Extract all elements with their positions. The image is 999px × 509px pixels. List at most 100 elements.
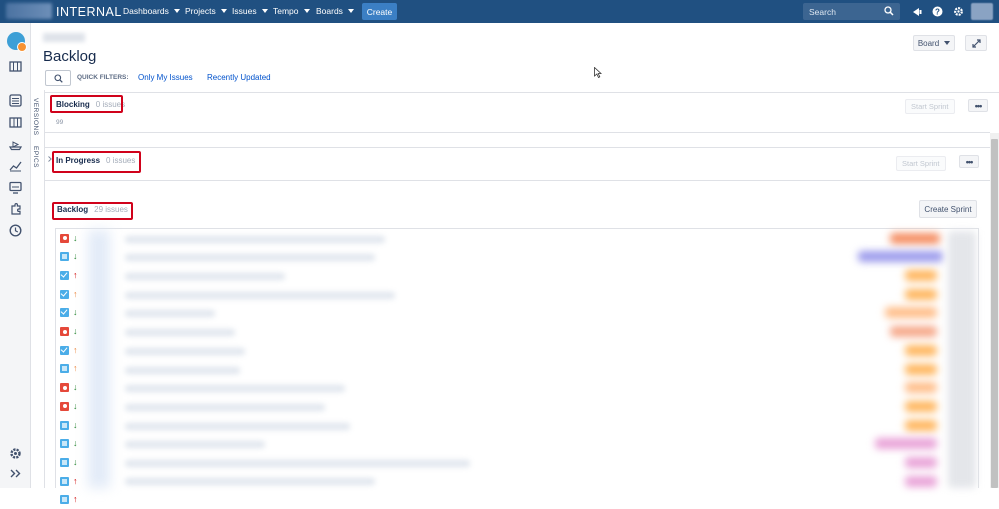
- priority-low-icon: ↓: [73, 307, 78, 318]
- start-sprint-button[interactable]: Start Sprint: [896, 156, 946, 171]
- redacted-summary: [125, 329, 235, 336]
- priority-low-icon: ↓: [73, 232, 78, 243]
- issue-row[interactable]: ↓: [60, 379, 79, 397]
- redacted-summary: [125, 460, 470, 467]
- highlight-box: [52, 202, 133, 220]
- settings-icon[interactable]: [8, 446, 23, 461]
- sprint-more-button[interactable]: •••: [968, 99, 988, 112]
- search-box[interactable]: [803, 3, 900, 20]
- redacted-summary: [125, 254, 375, 261]
- redacted-summary: [125, 367, 240, 374]
- issue-row[interactable]: ↑: [60, 472, 79, 490]
- issue-row[interactable]: ↓: [60, 304, 79, 322]
- board-icon[interactable]: [8, 115, 23, 130]
- help-icon[interactable]: ?: [930, 4, 944, 18]
- nav-projects[interactable]: Projects: [185, 6, 227, 16]
- sprint-more-button[interactable]: •••: [959, 155, 979, 168]
- clock-icon[interactable]: [8, 223, 23, 238]
- svg-text:?: ?: [935, 7, 940, 16]
- start-sprint-button[interactable]: Start Sprint: [905, 99, 955, 114]
- search-icon: [53, 73, 63, 83]
- expand-sidebar-icon[interactable]: [8, 466, 23, 481]
- nav-tempo[interactable]: Tempo: [273, 6, 310, 16]
- redacted-summary: [125, 423, 350, 430]
- tab-versions[interactable]: VERSIONS: [32, 98, 39, 136]
- issue-row[interactable]: ↑: [60, 285, 79, 303]
- releases-icon[interactable]: [8, 137, 23, 152]
- issue-row[interactable]: ↓: [60, 323, 79, 341]
- bug-icon: [60, 383, 69, 393]
- redacted-summary: [125, 310, 215, 317]
- notification-badge: [17, 42, 27, 52]
- issue-row[interactable]: ↓: [60, 229, 79, 247]
- roadmap-icon[interactable]: [8, 59, 23, 74]
- backlog-issue-list: [55, 228, 979, 488]
- redacted-tag: [905, 401, 937, 412]
- redacted-summary: [125, 292, 395, 299]
- redacted-tag: [905, 364, 937, 375]
- story-icon: [60, 439, 69, 449]
- priority-medium-icon: ↑: [73, 288, 78, 299]
- divider: [45, 147, 990, 148]
- nav-issues[interactable]: Issues: [232, 6, 268, 16]
- redacted-summary: [125, 404, 325, 411]
- story-icon: [60, 476, 69, 486]
- reports-icon[interactable]: [8, 158, 23, 173]
- scrollbar-thumb[interactable]: [991, 139, 998, 488]
- issue-row[interactable]: ↑: [60, 491, 79, 509]
- addons-icon[interactable]: [8, 202, 23, 217]
- create-button[interactable]: Create: [362, 3, 397, 20]
- issue-keys-redacted: [88, 230, 110, 488]
- feedback-icon[interactable]: [910, 4, 924, 18]
- redacted-tag: [905, 289, 937, 300]
- filter-only-my-issues[interactable]: Only My Issues: [138, 73, 193, 82]
- priority-low-icon: ↓: [73, 419, 78, 430]
- side-panel-tabs: VERSIONS EPICS: [31, 90, 45, 488]
- bug-icon: [60, 401, 69, 411]
- fullscreen-button[interactable]: [965, 35, 987, 51]
- search-input[interactable]: [809, 6, 879, 17]
- create-sprint-button[interactable]: Create Sprint: [919, 200, 977, 218]
- story-icon: [60, 457, 69, 467]
- brand-label: INTERNAL: [56, 5, 122, 19]
- redacted-summary: [125, 385, 345, 392]
- chevron-down-icon: [173, 9, 180, 13]
- issue-row[interactable]: ↑: [60, 341, 79, 359]
- redacted-tag: [905, 457, 937, 468]
- sprint-goal: 99: [56, 119, 64, 126]
- highlight-box: [52, 151, 141, 173]
- issue-row[interactable]: ↓: [60, 453, 79, 471]
- filter-recently-updated[interactable]: Recently Updated: [207, 73, 271, 82]
- issue-row[interactable]: ↓: [60, 248, 79, 266]
- board-dropdown-button[interactable]: Board: [913, 35, 955, 51]
- redacted-summary: [125, 441, 265, 448]
- project-sidebar: [0, 23, 31, 488]
- priority-low-icon: ↓: [73, 382, 78, 393]
- company-logo[interactable]: [6, 3, 52, 19]
- issue-row[interactable]: ↓: [60, 397, 79, 415]
- page-title: Backlog: [43, 48, 97, 65]
- breadcrumb[interactable]: [43, 33, 85, 42]
- issue-row[interactable]: ↑: [60, 266, 79, 284]
- priority-low-icon: ↓: [73, 438, 78, 449]
- gear-icon[interactable]: [951, 4, 965, 18]
- nav-boards[interactable]: Boards: [316, 6, 354, 16]
- issue-row[interactable]: ↑: [60, 360, 79, 378]
- user-avatar[interactable]: [971, 3, 993, 20]
- redacted-tag: [905, 476, 937, 487]
- priority-medium-icon: ↑: [73, 344, 78, 355]
- issue-row[interactable]: ↓: [60, 435, 79, 453]
- redacted-tag: [905, 382, 937, 393]
- nav-dashboards[interactable]: Dashboards: [123, 6, 180, 16]
- priority-low-icon: ↓: [73, 456, 78, 467]
- redacted-tag: [875, 438, 937, 449]
- highlight-box: [50, 95, 123, 113]
- issue-row[interactable]: ↓: [60, 416, 79, 434]
- backlog-icon[interactable]: [8, 93, 23, 108]
- tab-epics[interactable]: EPICS: [32, 146, 39, 168]
- quick-search-button[interactable]: [45, 70, 71, 86]
- dashboard-icon[interactable]: [8, 180, 23, 195]
- quick-filters-label: QUICK FILTERS:: [77, 74, 129, 81]
- story-icon: [60, 252, 69, 262]
- nav-issues-label: Issues: [232, 6, 257, 16]
